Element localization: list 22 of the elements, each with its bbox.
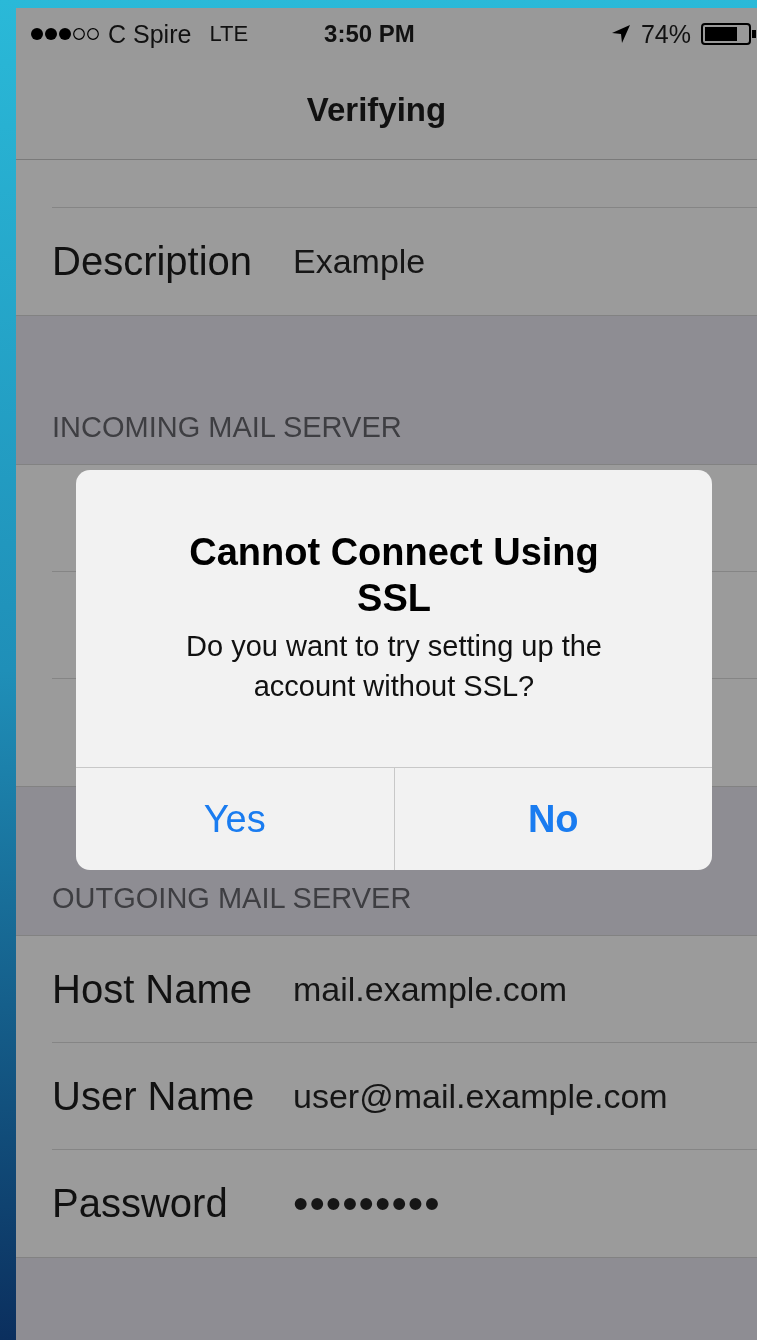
field-value[interactable]: ••••••••• [293, 1178, 757, 1229]
field-label: Description [52, 239, 254, 284]
location-arrow-icon [610, 24, 631, 44]
carrier-name: C Spire [108, 19, 192, 49]
nav-title: Verifying [306, 90, 447, 129]
field-value[interactable]: mail.example.com [293, 969, 757, 1009]
alert-button[interactable]: No [393, 768, 712, 870]
section-header: INCOMING MAIL SERVER [52, 411, 402, 444]
field-value[interactable]: user@mail.example.com [293, 1076, 757, 1116]
alert-title: Cannot Connect Using SSL [188, 530, 600, 621]
section-header: OUTGOING MAIL SERVER [52, 882, 412, 915]
field-label: User Name [52, 1073, 256, 1119]
field-label: Host Name [52, 966, 254, 1012]
signal-icon [30, 26, 100, 42]
status-time: 3:50 PM [324, 20, 415, 48]
network-type: LTE [209, 21, 249, 47]
battery-percent: 74% [640, 19, 691, 49]
alert-button[interactable]: Yes [76, 768, 394, 870]
field-label: Password [52, 1181, 229, 1226]
alert-message: Do you want to try setting up the account without SSL? [185, 628, 603, 705]
field-value[interactable]: Example [293, 242, 757, 281]
battery-icon [701, 23, 757, 45]
